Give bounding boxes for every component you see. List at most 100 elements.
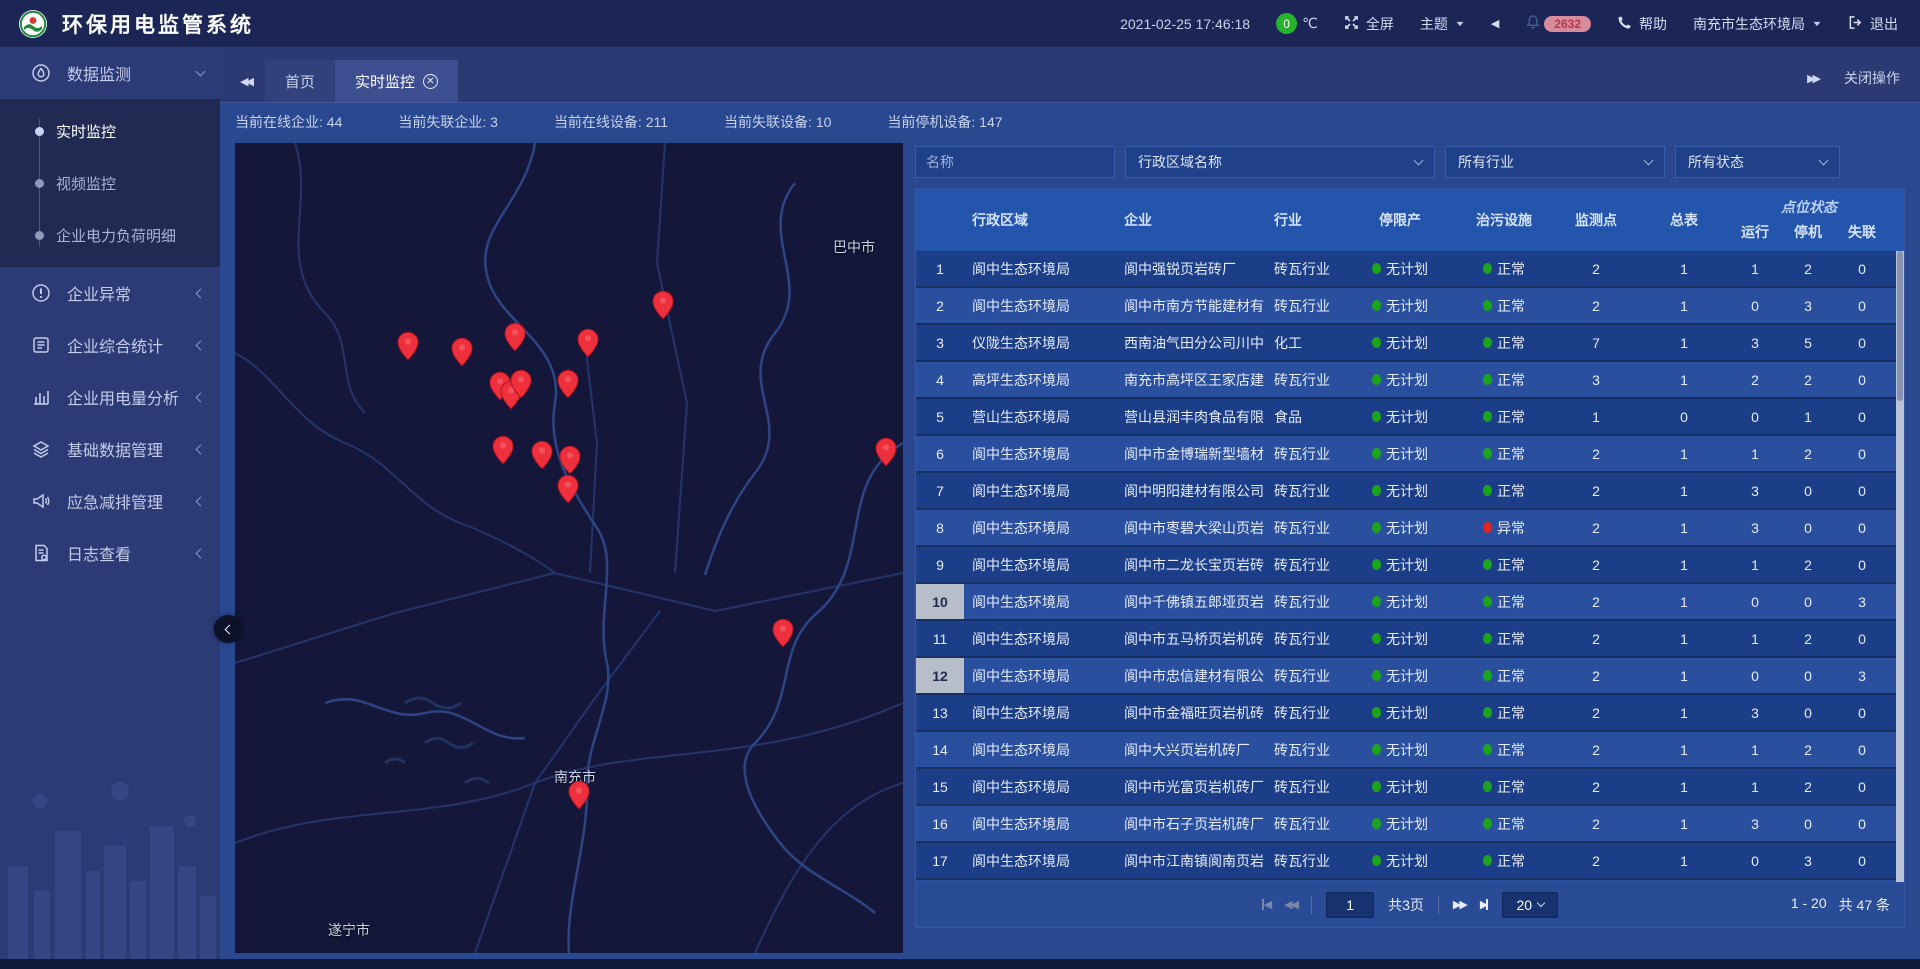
map-pin-icon[interactable] xyxy=(875,437,897,467)
facility-status-label: 正常 xyxy=(1497,703,1525,723)
tab-home[interactable]: 首页 xyxy=(265,60,335,102)
map-pin-icon[interactable] xyxy=(510,369,532,399)
cell-running: 3 xyxy=(1728,325,1782,360)
map-pin-icon[interactable] xyxy=(557,369,579,399)
stat-item: 当前在线企业: 44 xyxy=(235,112,342,132)
table-row[interactable]: 10阆中生态环境局阆中千佛镇五郎垭页岩砖瓦行业无计划正常21003 xyxy=(916,584,1904,621)
table-row[interactable]: 14阆中生态环境局阆中大兴页岩机砖厂砖瓦行业无计划正常21120 xyxy=(916,732,1904,769)
cell-lost: 0 xyxy=(1834,732,1890,767)
table-scrollbar[interactable] xyxy=(1896,251,1904,882)
cell-company: 营山县润丰肉食品有限 xyxy=(1116,399,1266,434)
cell-region: 阆中生态环境局 xyxy=(964,806,1116,841)
table-row[interactable]: 3仪陇生态环境局西南油气田分公司川中化工无计划正常71350 xyxy=(916,325,1904,362)
status-select[interactable]: 所有状态 xyxy=(1675,146,1840,178)
cell-row-number: 10 xyxy=(916,584,964,619)
facility-status-label: 正常 xyxy=(1497,592,1525,612)
sidebar-subitem-realtime-monitoring[interactable]: 实时监控 xyxy=(0,105,220,157)
close-operations-button[interactable]: 关闭操作 xyxy=(1844,68,1900,88)
cell-total-meters: 1 xyxy=(1640,288,1728,323)
table-row[interactable]: 13阆中生态环境局阆中市金福旺页岩机砖砖瓦行业无计划正常21300 xyxy=(916,695,1904,732)
region-select[interactable]: 行政区域名称 xyxy=(1125,146,1435,178)
table-row[interactable]: 11阆中生态环境局阆中市五马桥页岩机砖砖瓦行业无计划正常21120 xyxy=(916,621,1904,658)
pagination-first-button[interactable]: ◀ xyxy=(1262,898,1270,911)
table-row[interactable]: 12阆中生态环境局阆中市忠信建材有限公砖瓦行业无计划正常21003 xyxy=(916,658,1904,695)
fullscreen-button[interactable]: 全屏 xyxy=(1344,14,1394,34)
sidebar-item-emergency-reduction[interactable]: 应急减排管理 xyxy=(0,475,220,527)
collapse-sidebar-toggle[interactable] xyxy=(214,615,242,643)
cell-running: 0 xyxy=(1728,399,1782,434)
tabs-scroll-right-icon[interactable]: ▶▶ xyxy=(1807,72,1818,85)
sidebar-item-enterprise-abnormal[interactable]: 企业异常 xyxy=(0,267,220,319)
map-pin-icon[interactable] xyxy=(531,440,553,470)
chevron-left-icon xyxy=(196,288,206,298)
table-row[interactable]: 17阆中生态环境局阆中市江南镇阆南页岩砖瓦行业无计划正常21030 xyxy=(916,843,1904,880)
table-row[interactable]: 8阆中生态环境局阆中市枣碧大梁山页岩砖瓦行业无计划异常21300 xyxy=(916,510,1904,547)
cell-lost: 0 xyxy=(1834,843,1890,878)
map-pin-icon[interactable] xyxy=(451,337,473,367)
map-pin-icon[interactable] xyxy=(557,474,579,504)
status-dot-icon xyxy=(1372,411,1381,422)
sidebar-subitem-power-load-detail[interactable]: 企业电力负荷明细 xyxy=(0,209,220,261)
sidebar-item-label: 基础数据管理 xyxy=(67,437,182,461)
cell-monitor-points: 2 xyxy=(1552,288,1640,323)
chevron-left-icon xyxy=(196,444,206,454)
map-pin-icon[interactable] xyxy=(772,618,794,648)
pagination-last-button[interactable]: ▶ xyxy=(1480,898,1488,911)
help-button[interactable]: 帮助 xyxy=(1617,14,1667,34)
cell-row-number: 6 xyxy=(916,436,964,471)
table-row[interactable]: 15阆中生态环境局阆中市光富页岩机砖厂砖瓦行业无计划正常21120 xyxy=(916,769,1904,806)
tabs-scroll-left-icon[interactable]: ◀◀ xyxy=(240,75,251,88)
map-pin-icon[interactable] xyxy=(652,290,674,320)
cell-lost: 0 xyxy=(1834,547,1890,582)
scrollbar-thumb[interactable] xyxy=(1897,251,1903,401)
cell-company: 阆中市金博瑞新型墙材 xyxy=(1116,436,1266,471)
pagination-next-button[interactable]: ▶▶ xyxy=(1453,898,1466,911)
page-size-select[interactable]: 20 xyxy=(1502,892,1558,918)
status-dot-icon xyxy=(1483,485,1492,496)
cell-production-limit: 无计划 xyxy=(1344,251,1456,286)
table-row[interactable]: 16阆中生态环境局阆中市石子页岩机砖厂砖瓦行业无计划正常21300 xyxy=(916,806,1904,843)
table-row[interactable]: 9阆中生态环境局阆中市二龙长宝页岩砖砖瓦行业无计划正常21120 xyxy=(916,547,1904,584)
table-row[interactable]: 5营山生态环境局营山县润丰肉食品有限食品无计划正常10010 xyxy=(916,399,1904,436)
sidebar-subitem-video-monitoring[interactable]: 视频监控 xyxy=(0,157,220,209)
page-number-input[interactable] xyxy=(1326,892,1374,918)
map-pin-icon[interactable] xyxy=(568,780,590,810)
logout-button[interactable]: 退出 xyxy=(1848,14,1898,34)
table-row[interactable]: 4高坪生态环境局南充市高坪区王家店建砖瓦行业无计划正常31220 xyxy=(916,362,1904,399)
mute-icon[interactable]: ◀ xyxy=(1491,17,1499,30)
sidebar-item-enterprise-statistics[interactable]: 企业综合统计 xyxy=(0,319,220,371)
tab-realtime[interactable]: 实时监控✕ xyxy=(335,60,458,102)
cell-region: 阆中生态环境局 xyxy=(964,658,1116,693)
sidebar-item-power-usage-analysis[interactable]: 企业用电量分析 xyxy=(0,371,220,423)
status-dot-icon xyxy=(1372,300,1381,311)
map-pin-icon[interactable] xyxy=(559,445,581,475)
table-row[interactable]: 7阆中生态环境局阆中明阳建材有限公司砖瓦行业无计划正常21300 xyxy=(916,473,1904,510)
pagination-prev-button[interactable]: ◀◀ xyxy=(1284,898,1297,911)
map-pin-icon[interactable] xyxy=(577,328,599,358)
cell-total-meters: 1 xyxy=(1640,473,1728,508)
cell-lost: 3 xyxy=(1834,658,1890,693)
map-panel[interactable]: 巴中市南充市遂宁市 xyxy=(235,143,903,953)
name-search-input[interactable] xyxy=(915,146,1115,178)
cell-production-limit: 无计划 xyxy=(1344,732,1456,767)
map-pin-icon[interactable] xyxy=(397,331,419,361)
org-dropdown[interactable]: 南充市生态环境局 xyxy=(1693,14,1822,34)
table-row[interactable]: 2阆中生态环境局阆中市南方节能建材有砖瓦行业无计划正常21030 xyxy=(916,288,1904,325)
table-row[interactable]: 6阆中生态环境局阆中市金博瑞新型墙材砖瓦行业无计划正常21120 xyxy=(916,436,1904,473)
enterprise-panel: 行政区域名称 所有行业 所有状态 行政区域企业行业停限产治污设施监测点总表点位状… xyxy=(915,146,1905,928)
fullscreen-label: 全屏 xyxy=(1366,14,1394,34)
theme-dropdown[interactable]: 主题 xyxy=(1420,14,1465,34)
sidebar-item-basic-data-management[interactable]: 基础数据管理 xyxy=(0,423,220,475)
map-pin-icon[interactable] xyxy=(492,435,514,465)
table-row[interactable]: 1阆中生态环境局阆中强锐页岩砖厂砖瓦行业无计划正常21120 xyxy=(916,251,1904,288)
notifications-button[interactable]: 2632 xyxy=(1525,14,1591,33)
cell-region: 阆中生态环境局 xyxy=(964,251,1116,286)
status-dot-icon xyxy=(1483,744,1492,755)
tab-close-icon[interactable]: ✕ xyxy=(423,74,438,89)
sidebar-item-data-monitoring[interactable]: 数据监测 xyxy=(0,47,220,99)
cell-row-number: 8 xyxy=(916,510,964,545)
industry-select[interactable]: 所有行业 xyxy=(1445,146,1665,178)
sidebar-item-log-view[interactable]: 日志查看 xyxy=(0,527,220,579)
map-pin-icon[interactable] xyxy=(504,322,526,352)
cell-industry: 砖瓦行业 xyxy=(1266,436,1344,471)
